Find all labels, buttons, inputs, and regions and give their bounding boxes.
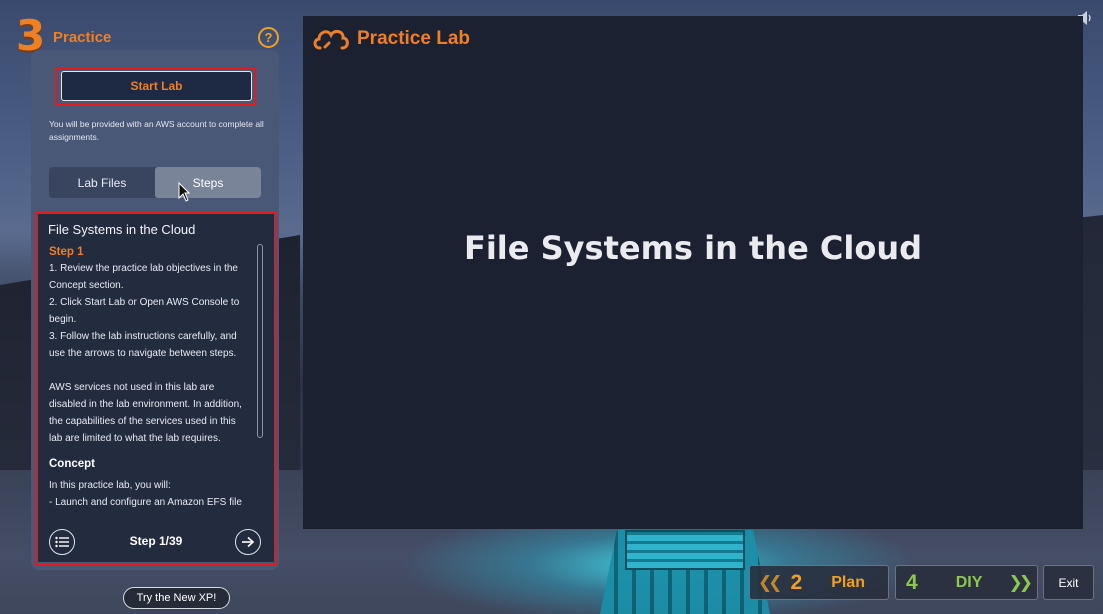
steps-scrollbar[interactable]: [257, 244, 263, 438]
note-line: the capabilities of the services used in…: [49, 416, 236, 427]
steps-footer: Step 1/39: [38, 524, 274, 562]
steps-content[interactable]: Step 1 1. Review the practice lab object…: [49, 244, 249, 524]
tab-bar: Lab Files Steps: [49, 167, 261, 198]
practice-title: Practice: [53, 29, 112, 46]
next-step-button[interactable]: [235, 529, 261, 555]
note-line: lab are limited to what the lab requires…: [49, 433, 221, 444]
brand: Practice Lab: [311, 24, 470, 54]
nav-plan-label: Plan: [831, 573, 865, 591]
cloud-logo-icon: [313, 29, 349, 50]
mouse-cursor-icon: [178, 181, 191, 202]
step-line: begin.: [49, 314, 77, 325]
exit-button[interactable]: Exit: [1043, 565, 1094, 600]
nav-plan-number: 2: [790, 570, 803, 594]
step-line: 3. Follow the lab instructions carefully…: [49, 331, 237, 342]
nav-diy-number: 4: [906, 570, 918, 594]
step-line: Concept section.: [49, 280, 124, 291]
steps-title: File Systems in the Cloud: [48, 222, 196, 237]
concept-heading: Concept: [49, 458, 95, 470]
try-new-xp-button[interactable]: Try the New XP!: [123, 587, 230, 609]
start-lab-button[interactable]: Start Lab: [61, 71, 252, 101]
step-line: 2. Click Start Lab or Open AWS Console t…: [49, 297, 240, 308]
arrow-right-icon: [242, 536, 255, 548]
tab-steps[interactable]: Steps: [155, 167, 261, 198]
note-line: AWS services not used in this lab are: [49, 382, 215, 393]
concept-line: - Launch and configure an Amazon EFS fil…: [49, 497, 242, 508]
nav-plan-button[interactable]: ❮❮ 2 Plan: [749, 565, 889, 600]
step-line: 1. Review the practice lab objectives in…: [49, 263, 238, 274]
brand-title: Practice Lab: [357, 28, 470, 49]
start-lab-note: You will be provided with an AWS account…: [49, 119, 264, 142]
nav-diy-label: DIY: [955, 573, 983, 591]
concept-line: In this practice lab, you will:: [49, 480, 171, 491]
lab-title: File Systems in the Cloud: [463, 229, 923, 267]
help-icon: ?: [264, 30, 273, 45]
note-line: disabled in the lab environment. In addi…: [49, 399, 242, 410]
main-content: Practice Lab File Systems in the Cloud: [303, 16, 1083, 529]
nav-diy-button[interactable]: 4 DIY ❯❯: [895, 565, 1038, 600]
step-line: use the arrows to navigate between steps…: [49, 348, 237, 359]
tab-lab-files[interactable]: Lab Files: [49, 167, 155, 198]
chevron-right-icon: ❯❯: [1008, 572, 1033, 592]
background-platform-top: [625, 530, 745, 570]
help-button[interactable]: ?: [258, 27, 279, 48]
chevron-left-icon: ❮❮: [758, 572, 782, 592]
steps-panel: File Systems in the Cloud Step 1 1. Revi…: [38, 214, 274, 562]
step-heading: Step 1: [49, 246, 84, 258]
